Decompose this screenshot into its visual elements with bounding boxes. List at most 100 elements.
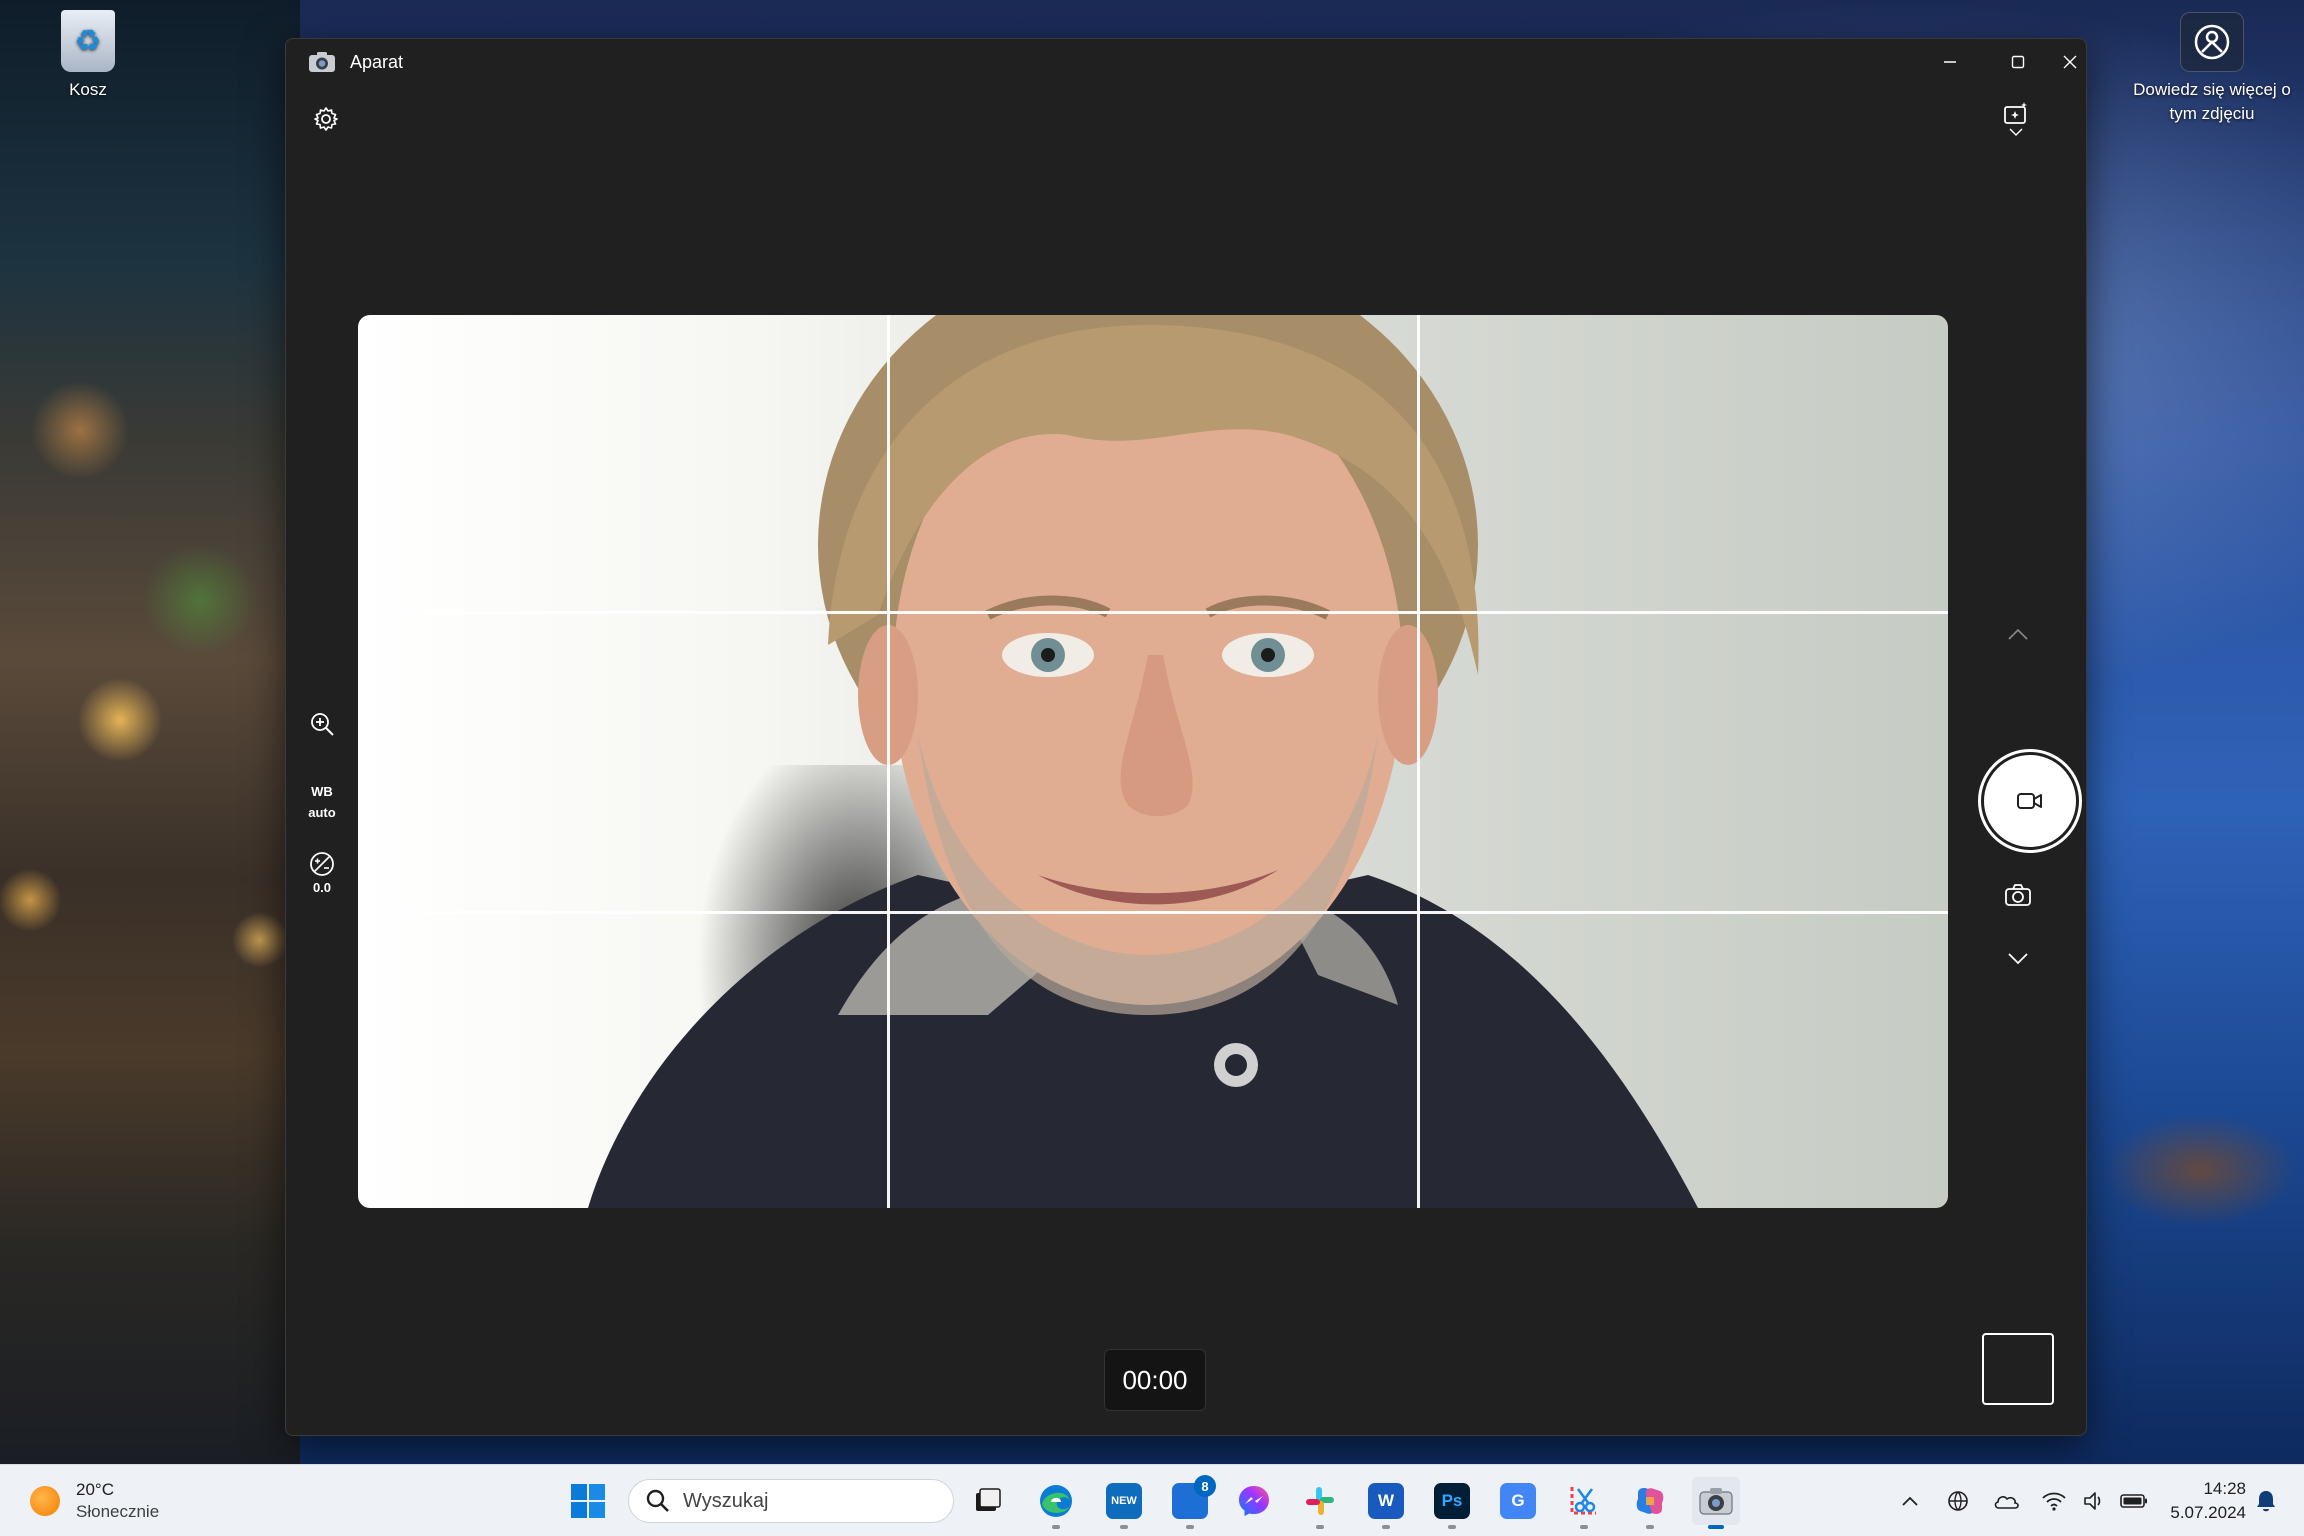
taskbar-clock[interactable]: 14:28 5.07.2024 bbox=[2150, 1477, 2246, 1525]
grid-line-horizontal-2 bbox=[358, 911, 1948, 914]
volume-tray-button[interactable] bbox=[2074, 1481, 2114, 1521]
title-bar[interactable]: Aparat bbox=[286, 39, 2086, 85]
minimize-button[interactable] bbox=[1916, 39, 1984, 85]
camera-app-icon bbox=[309, 52, 335, 72]
maximize-icon bbox=[2011, 55, 2025, 69]
close-icon bbox=[2063, 55, 2077, 69]
mode-down-button[interactable] bbox=[1948, 939, 2086, 979]
camera-preview[interactable] bbox=[358, 315, 1948, 1208]
running-indicator bbox=[1186, 1525, 1194, 1529]
camera-icon bbox=[1699, 1488, 1733, 1515]
weather-temperature: 20°C bbox=[76, 1480, 114, 1499]
recording-timer: 00:00 bbox=[1104, 1349, 1206, 1411]
gear-icon bbox=[314, 107, 338, 131]
minimize-icon bbox=[1944, 61, 1956, 63]
exposure-value: 0.0 bbox=[312, 880, 332, 895]
onedrive-tray-button[interactable] bbox=[1986, 1481, 2026, 1521]
taskbar-app-edge[interactable] bbox=[1032, 1477, 1080, 1529]
white-balance-button[interactable]: WB auto bbox=[286, 781, 358, 823]
grid-line-vertical-1 bbox=[887, 315, 890, 1208]
photo-mode-button[interactable] bbox=[1948, 875, 2086, 915]
taskbar-app-copilot[interactable] bbox=[1626, 1477, 1674, 1529]
taskbar-search[interactable] bbox=[628, 1479, 954, 1523]
zoom-button[interactable] bbox=[286, 711, 358, 742]
chevron-down-icon bbox=[2009, 128, 2023, 137]
recycle-bin-icon: ♻ bbox=[61, 10, 115, 72]
start-button[interactable] bbox=[566, 1479, 610, 1523]
taskbar-app-photoshop[interactable]: Ps bbox=[1428, 1477, 1476, 1529]
running-indicator bbox=[1052, 1525, 1060, 1529]
record-button-inner bbox=[1984, 755, 2076, 847]
clock-time: 14:28 bbox=[2203, 1479, 2246, 1498]
settings-button[interactable] bbox=[308, 101, 344, 137]
bell-icon bbox=[2257, 1491, 2275, 1512]
copilot-icon bbox=[1636, 1488, 1664, 1514]
weather-widget[interactable]: 20°C Słonecznie bbox=[30, 1479, 159, 1523]
white-balance-value: auto bbox=[308, 805, 336, 820]
running-indicator bbox=[1646, 1525, 1654, 1529]
notifications-button[interactable] bbox=[2248, 1483, 2284, 1519]
chevron-up-icon bbox=[1902, 1496, 1918, 1506]
messenger-icon bbox=[1239, 1486, 1269, 1516]
word-icon: W bbox=[1368, 1483, 1404, 1519]
search-input[interactable] bbox=[683, 1489, 933, 1513]
wifi-icon bbox=[2042, 1492, 2066, 1511]
close-button[interactable] bbox=[2052, 39, 2086, 85]
taskbar-app-task-view[interactable] bbox=[964, 1477, 1012, 1525]
windows-logo-icon bbox=[571, 1484, 605, 1518]
camera-mode-selector[interactable] bbox=[1996, 101, 2036, 161]
slack-icon bbox=[1306, 1487, 1334, 1515]
taskbar: 20°C Słonecznie NEW bbox=[0, 1464, 2304, 1536]
show-hidden-icons-button[interactable] bbox=[1890, 1481, 1930, 1521]
taskbar-app-snipping-tool[interactable] bbox=[1560, 1477, 1608, 1529]
wifi-tray-button[interactable] bbox=[2034, 1481, 2074, 1521]
outlook-icon: NEW bbox=[1106, 1483, 1142, 1519]
system-tray bbox=[1890, 1481, 2154, 1521]
photoshop-icon: Ps bbox=[1434, 1483, 1470, 1519]
window-title: Aparat bbox=[350, 51, 404, 72]
running-indicator bbox=[1580, 1525, 1588, 1529]
running-indicator bbox=[1448, 1525, 1456, 1529]
weather-condition: Słonecznie bbox=[76, 1502, 160, 1521]
vpn-tray-button[interactable] bbox=[1938, 1481, 1978, 1521]
wallpaper-rocks bbox=[2090, 1080, 2304, 1260]
recycle-bin-label: Kosz bbox=[69, 80, 107, 99]
sun-icon bbox=[30, 1486, 60, 1516]
running-indicator bbox=[1120, 1525, 1128, 1529]
active-indicator bbox=[1708, 1525, 1724, 1529]
recycle-bin-shortcut[interactable]: ♻ Kosz bbox=[40, 10, 136, 100]
exposure-button[interactable]: 0.0 bbox=[286, 851, 358, 895]
taskbar-app-outlook-new[interactable]: NEW bbox=[1100, 1477, 1148, 1529]
taskbar-app-messenger[interactable] bbox=[1230, 1477, 1278, 1525]
search-icon bbox=[646, 1489, 669, 1512]
taskbar-app-translate[interactable]: G bbox=[1494, 1477, 1542, 1525]
spotlight-label-line2: tym zdjęciu bbox=[2169, 104, 2255, 123]
grid-line-vertical-2 bbox=[1417, 315, 1420, 1208]
exposure-icon bbox=[310, 852, 334, 876]
speaker-icon bbox=[2084, 1492, 2101, 1510]
spotlight-shortcut[interactable]: Dowiedz się więcej o tym zdjęciu bbox=[2120, 12, 2304, 126]
taskbar-app-word[interactable]: W bbox=[1362, 1477, 1410, 1529]
clock-date: 5.07.2024 bbox=[2170, 1503, 2246, 1522]
camera-icon bbox=[2005, 884, 2031, 906]
scene-mode-icon bbox=[2004, 102, 2027, 124]
notification-badge: 8 bbox=[1194, 1475, 1216, 1497]
white-balance-label: WB bbox=[311, 784, 333, 799]
camera-window: Aparat WB auto 0.0 00:00 bbox=[285, 38, 2087, 1436]
chevron-up-icon bbox=[2008, 628, 2028, 640]
taskbar-app-camera[interactable] bbox=[1692, 1477, 1740, 1529]
maximize-button[interactable] bbox=[1984, 39, 2052, 85]
cloud-icon bbox=[1994, 1496, 2019, 1509]
record-video-button[interactable] bbox=[1978, 749, 2082, 853]
gallery-thumbnail-button[interactable] bbox=[1982, 1333, 2054, 1405]
taskbar-app-store[interactable]: 8 bbox=[1166, 1475, 1216, 1529]
taskbar-app-slack[interactable] bbox=[1296, 1477, 1344, 1529]
zoom-in-icon bbox=[311, 713, 334, 736]
snipping-tool-icon bbox=[1570, 1487, 1596, 1515]
mode-up-button[interactable] bbox=[1948, 619, 2086, 649]
spotlight-label-line1: Dowiedz się więcej o bbox=[2133, 80, 2291, 99]
video-camera-icon bbox=[2017, 793, 2042, 809]
battery-tray-button[interactable] bbox=[2114, 1481, 2154, 1521]
spotlight-camera-icon bbox=[2180, 12, 2244, 72]
battery-icon bbox=[2120, 1494, 2147, 1508]
